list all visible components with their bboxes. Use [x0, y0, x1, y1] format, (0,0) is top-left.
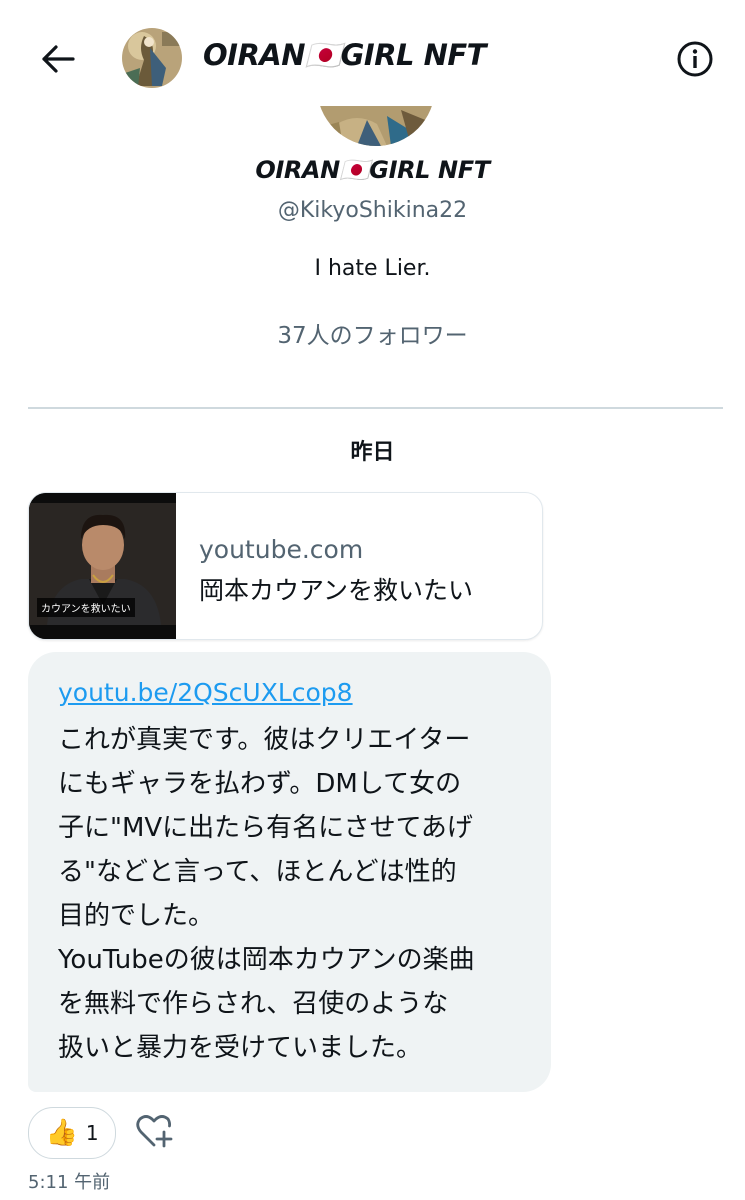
message-line: 扱いと暴力を受けていました。: [58, 1033, 423, 1063]
profile-avatar-image: [317, 106, 435, 146]
thumbs-up-icon: 👍: [45, 1118, 78, 1148]
message-text: これが真実です。彼はクリエイター にもギャラを払わず。DMして女の 子に"MVに…: [58, 718, 538, 1070]
reaction-chip[interactable]: 👍 1: [28, 1107, 116, 1159]
reaction-count: 1: [85, 1121, 99, 1145]
heart-plus-icon: [136, 1115, 173, 1148]
profile-bio: I hate Lier.: [314, 256, 431, 281]
avatar[interactable]: [122, 28, 182, 88]
message-line: にもギャラを払わず。DMして女の: [58, 769, 462, 799]
message-line: YouTubeの彼は岡本カウアンの楽曲: [58, 945, 475, 975]
profile-handle[interactable]: @KikyoShikina22: [0, 198, 745, 223]
info-button[interactable]: [670, 34, 720, 84]
profile-name: OIRAN🇯🇵GIRL NFT: [255, 156, 490, 184]
date-separator: 昨日: [350, 440, 395, 465]
avatar-image: [122, 28, 182, 88]
info-circle-icon: [677, 41, 713, 77]
back-button[interactable]: [30, 34, 86, 84]
link-title: 岡本カウアンを救いたい: [199, 576, 474, 605]
message-link[interactable]: youtu.be/2QScUXLcop8: [58, 678, 353, 707]
message-line: これが真実です。彼はクリエイター: [58, 725, 471, 755]
add-reaction-button[interactable]: [132, 1110, 176, 1154]
followers-count[interactable]: 37人のフォロワー: [0, 316, 745, 350]
video-thumbnail: カウアンを救いたい: [29, 493, 176, 639]
thumbnail-image: [29, 493, 176, 639]
message-line: を無料で作らされ、召使のような: [58, 989, 449, 1019]
profile-avatar[interactable]: [317, 106, 435, 146]
link-preview-card[interactable]: カウアンを救いたい youtube.com 岡本カウアンを救いたい: [28, 492, 543, 640]
arrow-left-icon: [42, 45, 75, 73]
message-timestamp: 5:11 午前: [28, 1172, 111, 1193]
message-line: る"などと言って、ほとんどは性的: [58, 857, 457, 887]
message-line: 目的でした。: [58, 901, 215, 931]
divider: [28, 407, 723, 409]
thumbnail-caption: カウアンを救いたい: [37, 598, 135, 617]
link-domain: youtube.com: [199, 535, 364, 564]
message-line: 子に"MVに出たら有名にさせてあげ: [58, 813, 473, 843]
page-title: OIRAN🇯🇵GIRL NFT: [203, 38, 486, 72]
